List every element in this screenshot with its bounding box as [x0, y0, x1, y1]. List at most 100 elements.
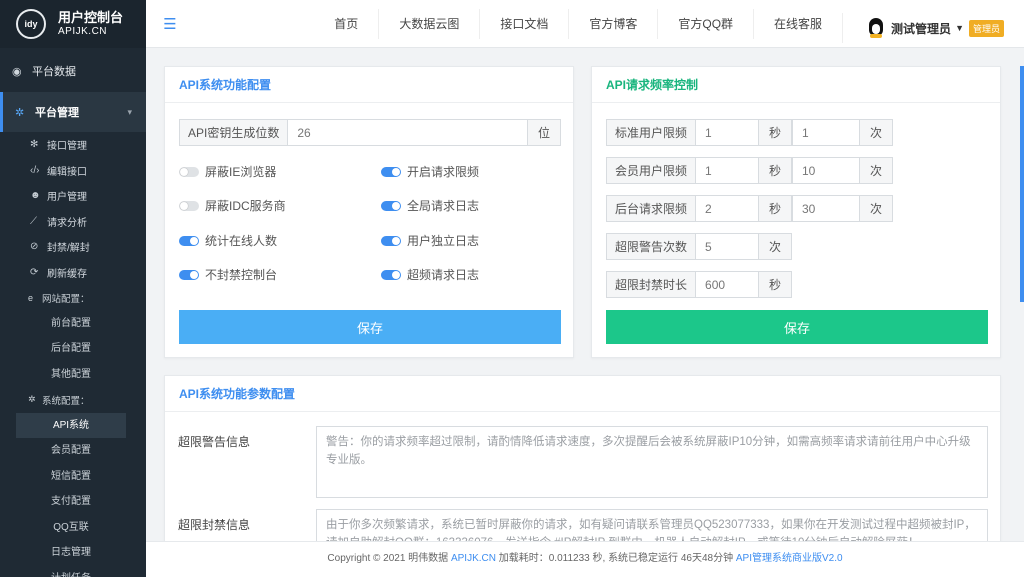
warn-count-group: 超限警告次数 5 次 [606, 233, 792, 260]
user-name: 测试管理员 [891, 21, 952, 36]
sidebar-item-payment-config[interactable]: 支付配置 [16, 489, 126, 515]
switch-on[interactable] [381, 235, 401, 246]
sidebar-item-platform-management[interactable]: ✲ 平台管理 ▾ [0, 92, 146, 132]
nav-big-data[interactable]: 大数据云图 [379, 8, 481, 39]
group-label: 系统配置： [42, 395, 90, 407]
ban-user-icon: ⊘ [30, 241, 39, 253]
toggle-no-ban-console[interactable]: 不封禁控制台 [179, 266, 277, 283]
load-label: 加载耗时： [498, 553, 549, 564]
nav-qq-group[interactable]: 官方QQ群 [658, 8, 755, 39]
nav-official-blog[interactable]: 官方博客 [569, 8, 659, 39]
card-title: API系统功能参数配置 [165, 376, 1000, 412]
sidebar-item-frontend-config[interactable]: 前台配置 [16, 311, 126, 337]
toggle-label: 统计在线人数 [205, 234, 278, 248]
switch-off[interactable] [179, 166, 199, 177]
sidebar-item-label: 平台管理 [35, 107, 79, 119]
sidebar-item-other-config[interactable]: 其他配置 [16, 362, 126, 388]
sidebar-item-refresh-cache[interactable]: ⟳ 刷新缓存 [0, 260, 146, 286]
count-input[interactable]: 1 [793, 120, 859, 145]
nav-online-support[interactable]: 在线客服 [754, 9, 842, 39]
switch-on[interactable] [381, 166, 401, 177]
field-label: 会员用户限频 [607, 158, 697, 183]
dashboard-icon: ◉ [12, 65, 22, 78]
user-menu[interactable]: 测试管理员 ▼ 管理员 [842, 13, 1024, 43]
ban-duration-input[interactable]: 600 [696, 272, 758, 297]
sidebar-item-ban-unban[interactable]: ⊘ 封禁/解封 [0, 234, 146, 260]
sidebar-item-api-manage[interactable]: ✻ 接口管理 [0, 132, 146, 158]
footer: Copyright © 2021 明伟数据 APIJK.CN 加载耗时：0.01… [146, 541, 1024, 577]
standard-rate-seconds: 标准用户限频 1 秒 [606, 119, 792, 146]
nav-api-docs[interactable]: 接口文档 [480, 8, 570, 39]
toggle-rate-limit[interactable]: 开启请求限频 [381, 163, 479, 180]
field-label: 后台请求限频 [607, 196, 697, 221]
warn-message-label: 超限警告信息 [178, 435, 251, 449]
toggle-label: 屏蔽IDC服务商 [205, 199, 286, 213]
seconds-input[interactable]: 2 [696, 196, 758, 221]
warn-count-input[interactable]: 5 [696, 234, 758, 259]
sidebar-item-label: 封禁/解封 [47, 243, 90, 255]
api-parameter-config-card: API系统功能参数配置 超限警告信息 警告：你的请求频率超过限制，请酌情降低请求… [164, 375, 1001, 577]
toggle-block-idc[interactable]: 屏蔽IDC服务商 [179, 197, 286, 214]
sidebar-item-scheduled-tasks[interactable]: 计划任务 [16, 566, 126, 577]
sidebar-item-edit-api[interactable]: ‹/› 编辑接口 [0, 158, 146, 184]
switch-on[interactable] [179, 269, 199, 280]
nav-home[interactable]: 首页 [314, 8, 380, 39]
sidebar-item-api-system[interactable]: API系统 [16, 412, 126, 438]
toggle-label: 开启请求限频 [407, 165, 480, 179]
toggle-overfreq-log[interactable]: 超频请求日志 [381, 266, 479, 283]
switch-on[interactable] [381, 269, 401, 280]
site-link[interactable]: APIJK.CN [451, 553, 496, 564]
sidebar-item-users[interactable]: ☻ 用户管理 [0, 183, 146, 209]
switch-off[interactable] [179, 200, 199, 211]
backend-rate-seconds: 后台请求限频 2 秒 [606, 195, 792, 222]
brand[interactable]: idy 用户控制台 APIJK.CN [0, 0, 146, 48]
code-icon: ‹/› [30, 164, 40, 176]
copyright-text: Copyright © 2021 明伟数据 [327, 553, 449, 564]
toggle-global-log[interactable]: 全局请求日志 [381, 197, 479, 214]
save-button[interactable]: 保存 [606, 310, 988, 344]
toggle-online-count[interactable]: 统计在线人数 [179, 232, 277, 249]
caret-down-icon: ▼ [955, 23, 964, 33]
sidebar-item-label: 请求分析 [47, 217, 87, 229]
users-icon: ☻ [30, 190, 41, 202]
switch-on[interactable] [381, 200, 401, 211]
sidebar-item-backend-config[interactable]: 后台配置 [16, 336, 126, 362]
sidebar-item-log-management[interactable]: 日志管理 [16, 540, 126, 566]
sidebar-item-sms-config[interactable]: 短信配置 [16, 464, 126, 490]
count-input[interactable]: 30 [793, 196, 859, 221]
toggle-block-ie[interactable]: 屏蔽IE浏览器 [179, 163, 276, 180]
ban-duration-group: 超限封禁时长 600 秒 [606, 271, 792, 298]
scrollbar[interactable] [1020, 66, 1024, 302]
sidebar-item-qq-connect[interactable]: QQ互联 [16, 515, 126, 541]
unit-label: 次 [757, 234, 791, 259]
sidebar-item-request-analysis[interactable]: ⟋ 请求分析 [0, 209, 146, 235]
key-length-unit: 位 [526, 120, 560, 145]
sidebar-item-member-config[interactable]: 会员配置 [16, 438, 126, 464]
chevron-down-icon: ▾ [127, 106, 132, 117]
toggle-label: 屏蔽IE浏览器 [205, 165, 277, 179]
count-input[interactable]: 10 [793, 158, 859, 183]
sidebar-item-platform-data[interactable]: ◉ 平台数据 [0, 50, 146, 92]
seconds-input[interactable]: 1 [696, 120, 758, 145]
toggle-user-log[interactable]: 用户独立日志 [381, 232, 479, 249]
sidebar-item-label: 编辑接口 [47, 166, 87, 178]
seconds-input[interactable]: 1 [696, 158, 758, 183]
unit-label: 秒 [757, 120, 791, 145]
unit-label: 次 [858, 196, 892, 221]
sidebar-item-label: 接口管理 [47, 141, 87, 153]
version-link[interactable]: API管理系统商业版V2.0 [736, 553, 843, 564]
sidebar-group-system-config: ✲ 系统配置： [0, 387, 146, 413]
unit-label: 秒 [757, 158, 791, 183]
unit-label: 秒 [757, 196, 791, 221]
save-button[interactable]: 保存 [179, 310, 561, 344]
switch-on[interactable] [179, 235, 199, 246]
sidebar-item-label: 平台数据 [32, 66, 76, 78]
key-length-input[interactable]: 26 [288, 120, 527, 145]
gear-icon: ✲ [15, 106, 25, 119]
menu-toggle-icon[interactable]: ☰ [146, 15, 194, 33]
group-label: 网站配置： [42, 293, 90, 305]
gear-icon: ✻ [30, 139, 39, 151]
unit-label: 秒 [757, 272, 791, 297]
gear-icon: ✲ [28, 394, 36, 405]
warn-message-textarea[interactable]: 警告：你的请求频率超过限制，请酌情降低请求速度，多次提醒后会被系统屏蔽IP10分… [316, 426, 988, 498]
